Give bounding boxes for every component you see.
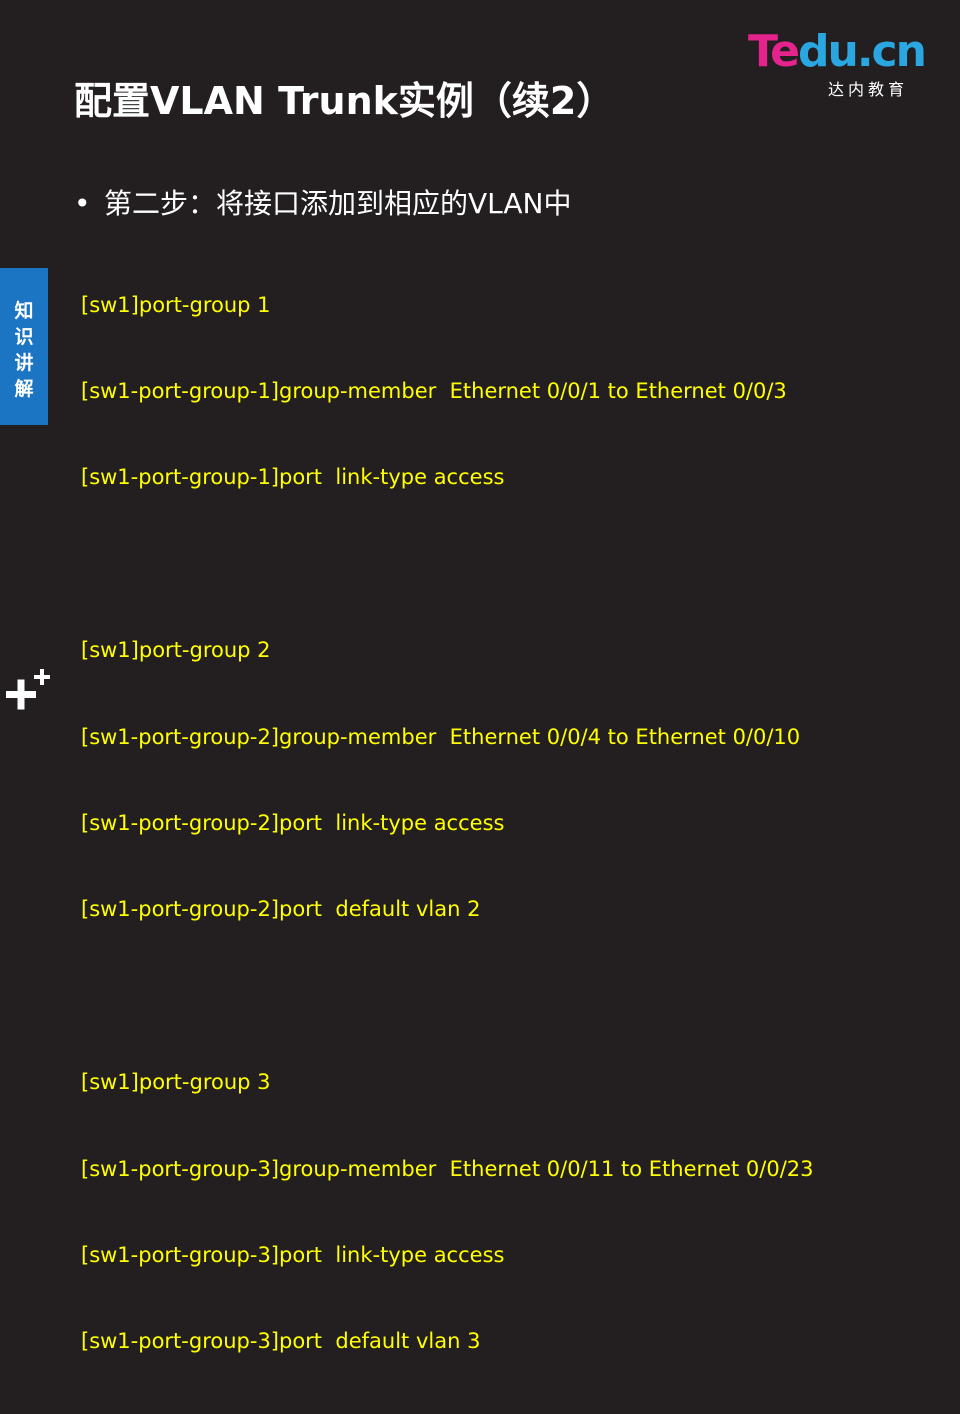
bullet-point: • 第二步：将接口添加到相应的VLAN中 bbox=[74, 182, 572, 222]
bullet-marker: • bbox=[74, 187, 91, 220]
side-tab-char: 知 bbox=[14, 300, 34, 322]
side-tab-char: 识 bbox=[14, 326, 34, 348]
code-line: [sw1-port-group-3]port default vlan 3 bbox=[81, 1329, 481, 1354]
code-line: [sw1-port-group-1]port link-type access bbox=[81, 465, 505, 490]
code-line: [sw1]port-group 3 bbox=[81, 1070, 271, 1095]
side-tab-char: 解 bbox=[14, 378, 34, 400]
code-line: [sw1]port-group 1 bbox=[81, 292, 271, 317]
code-line: [sw1]port-group 2 bbox=[81, 638, 271, 663]
code-line: [sw1-port-group-3]group-member Ethernet … bbox=[81, 1156, 814, 1181]
tedu-logo: Tedu.cn 达内教育 bbox=[748, 26, 928, 99]
logo-wordmark-part1: Te bbox=[748, 26, 800, 77]
slide: 配置VLAN Trunk实例（续2） Tedu.cn 达内教育 • 第二步：将接口… bbox=[0, 0, 960, 1353]
plus-icon bbox=[6, 669, 50, 710]
logo-wordmark: Tedu.cn bbox=[748, 26, 927, 78]
code-block: [sw1]port-group 1 [sw1-port-group-1]grou… bbox=[81, 233, 814, 1414]
logo-subtitle: 达内教育 bbox=[828, 80, 909, 99]
code-line: [sw1-port-group-2]port default vlan 2 bbox=[81, 897, 481, 922]
code-line: [sw1-port-group-3]port link-type access bbox=[81, 1242, 505, 1267]
code-line: [sw1-port-group-1]group-member Ethernet … bbox=[81, 378, 787, 403]
side-tab-char: 讲 bbox=[14, 352, 34, 374]
code-line: [sw1-port-group-2]port link-type access bbox=[81, 810, 505, 835]
bullet-text: 第二步：将接口添加到相应的VLAN中 bbox=[104, 187, 572, 220]
code-line: [sw1-port-group-2]group-member Ethernet … bbox=[81, 724, 801, 749]
slide-title: 配置VLAN Trunk实例（续2） bbox=[74, 79, 615, 123]
logo-wordmark-part2: du.cn bbox=[798, 26, 927, 77]
side-tab-knowledge[interactable]: 知 识 讲 解 bbox=[0, 268, 48, 425]
